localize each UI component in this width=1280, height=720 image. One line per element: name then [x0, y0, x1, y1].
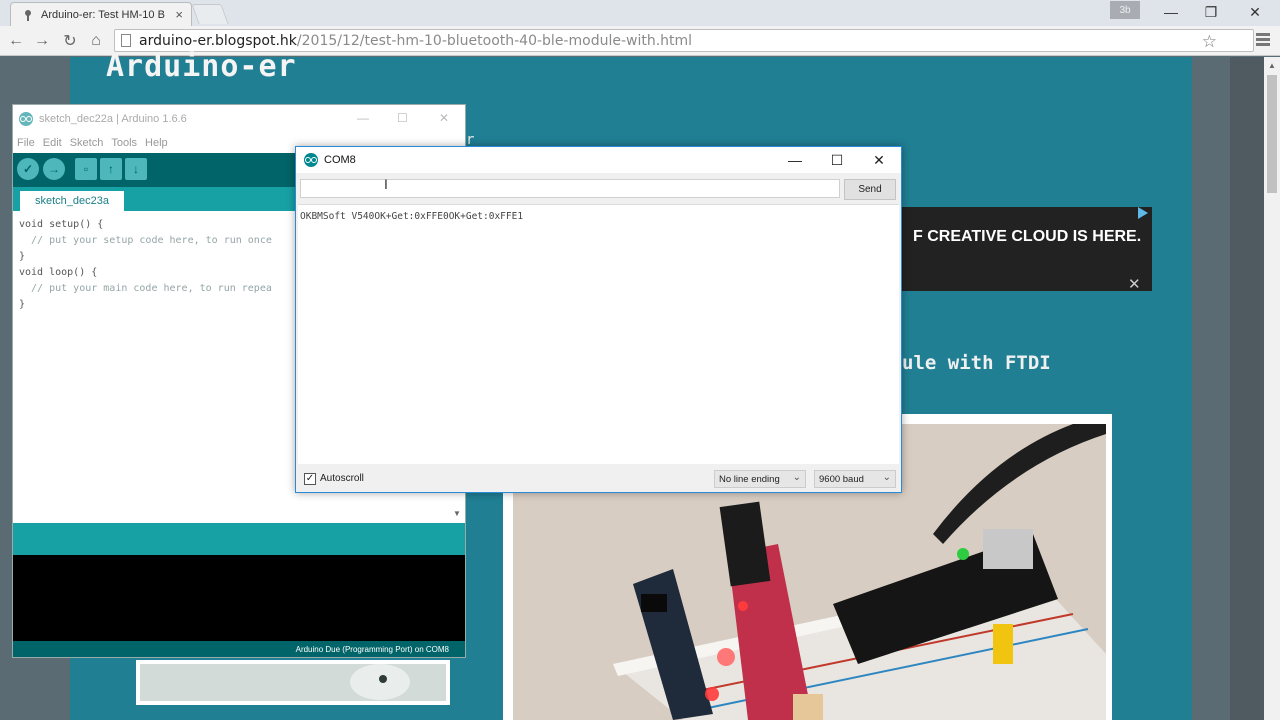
serial-output-text: OKBMSoft V540OK+Get:0xFFE0OK+Get:0xFFE1 — [300, 211, 524, 222]
ide-close-icon[interactable]: ✕ — [439, 111, 449, 125]
ad-banner[interactable] — [902, 207, 1152, 291]
open-sketch-icon[interactable]: ↑ — [100, 158, 122, 180]
baud-value: 9600 baud — [819, 473, 864, 485]
send-button[interactable]: Send — [844, 179, 896, 200]
window-close-icon[interactable]: ✕ — [1240, 2, 1270, 22]
code-line: } — [19, 299, 26, 310]
code-line: } — [19, 251, 26, 262]
baud-select[interactable]: 9600 baud ⌄ — [814, 470, 896, 488]
ide-message-bar — [13, 523, 465, 555]
arduino-logo-icon — [19, 112, 33, 126]
serial-title: COM8 — [324, 154, 356, 166]
save-sketch-icon[interactable]: ↓ — [125, 158, 147, 180]
browser-tabbar: Arduino-er: Test HM-10 B × 3b — ❐ ✕ — [0, 0, 1280, 26]
post-heading: ule with FTDI — [902, 352, 1051, 374]
page-margin — [1230, 57, 1264, 720]
ad-text: F CREATIVE CLOUD IS HERE. — [913, 228, 1142, 245]
page-scrollbar[interactable]: ▲ — [1264, 57, 1280, 720]
line-ending-select[interactable]: No line ending ⌄ — [714, 470, 806, 488]
menu-sketch[interactable]: Sketch — [70, 137, 104, 149]
window-restore-icon[interactable]: ❐ — [1196, 2, 1226, 22]
editor-scroll-down-icon[interactable]: ▼ — [453, 509, 461, 518]
related-thumbnail[interactable] — [136, 660, 450, 705]
menu-edit[interactable]: Edit — [43, 137, 62, 149]
code-line: void setup() { — [19, 219, 104, 230]
blog-title[interactable]: Arduino-er — [106, 49, 297, 84]
upload-icon[interactable]: → — [43, 158, 65, 180]
chrome-menu-icon[interactable] — [1256, 31, 1272, 49]
menu-file[interactable]: File — [17, 137, 35, 149]
code-line: // put your main code here, to run repea — [19, 283, 272, 294]
menu-help[interactable]: Help — [145, 137, 168, 149]
ide-status-bar: Arduino Due (Programming Port) on COM8 — [13, 641, 465, 657]
ide-minimize-icon[interactable]: — — [357, 111, 369, 125]
back-icon[interactable]: ← — [6, 31, 26, 51]
serial-monitor-window: COM8 — ☐ ✕ I Send OKBMSoft V540OK+Get:0x… — [295, 146, 902, 493]
ide-maximize-icon[interactable]: ☐ — [397, 111, 408, 125]
serial-minimize-icon[interactable]: — — [780, 149, 810, 171]
sketch-tab[interactable]: sketch_dec23a — [20, 191, 124, 211]
scroll-thumb[interactable] — [1267, 75, 1277, 193]
tab-title: Arduino-er: Test HM-10 B — [41, 8, 165, 21]
ide-titlebar[interactable]: sketch_dec22a | Arduino 1.6.6 — ☐ ✕ — [13, 105, 465, 133]
window-minimize-icon[interactable]: — — [1156, 2, 1186, 22]
code-line: // put your setup code here, to run once — [19, 235, 272, 246]
forward-icon[interactable]: → — [32, 31, 52, 51]
menu-tools[interactable]: Tools — [111, 137, 137, 149]
serial-maximize-icon[interactable]: ☐ — [822, 149, 852, 171]
profile-button[interactable]: 3b — [1110, 1, 1140, 19]
new-tab-button[interactable] — [191, 4, 229, 24]
page-icon — [121, 34, 131, 47]
browser-tab-active[interactable]: Arduino-er: Test HM-10 B × — [10, 2, 192, 26]
ad-tools-icon[interactable]: ✕ — [1128, 275, 1141, 293]
line-ending-value: No line ending — [719, 473, 780, 485]
serial-send-input[interactable] — [300, 179, 840, 198]
ide-console — [13, 555, 465, 641]
bookmark-star-icon[interactable]: ☆ — [1202, 32, 1217, 52]
ide-title: sketch_dec22a | Arduino 1.6.6 — [39, 113, 187, 125]
chevron-down-icon: ⌄ — [792, 472, 801, 483]
serial-bottom-bar: ✓ Autoscroll No line ending ⌄ 9600 baud … — [296, 467, 901, 492]
reload-icon[interactable]: ↻ — [60, 31, 80, 51]
blogger-favicon-icon — [21, 8, 35, 22]
verify-icon[interactable]: ✓ — [17, 158, 39, 180]
ad-choices-icon[interactable] — [1138, 207, 1148, 219]
serial-close-icon[interactable]: ✕ — [864, 149, 894, 171]
arduino-logo-icon — [304, 153, 318, 167]
code-editor[interactable]: void setup() { // put your setup code he… — [19, 217, 272, 313]
tab-close-icon[interactable]: × — [175, 7, 183, 22]
url-path: /2015/12/test-hm-10-bluetooth-40-ble-mod… — [296, 32, 693, 49]
text-cursor-icon: I — [384, 176, 388, 192]
serial-titlebar[interactable]: COM8 — ☐ ✕ — [296, 147, 901, 173]
chevron-down-icon: ⌄ — [882, 472, 891, 483]
new-sketch-icon[interactable]: ▫ — [75, 158, 97, 180]
autoscroll-label: Autoscroll — [320, 473, 364, 484]
serial-output[interactable]: OKBMSoft V540OK+Get:0xFFE0OK+Get:0xFFE1 — [298, 204, 899, 464]
scroll-up-icon[interactable]: ▲ — [1264, 57, 1280, 73]
home-icon[interactable]: ⌂ — [86, 31, 106, 51]
url-host: arduino-er.blogspot.hk — [139, 32, 297, 49]
autoscroll-checkbox[interactable]: ✓ — [304, 473, 316, 485]
code-line: void loop() { — [19, 267, 98, 278]
